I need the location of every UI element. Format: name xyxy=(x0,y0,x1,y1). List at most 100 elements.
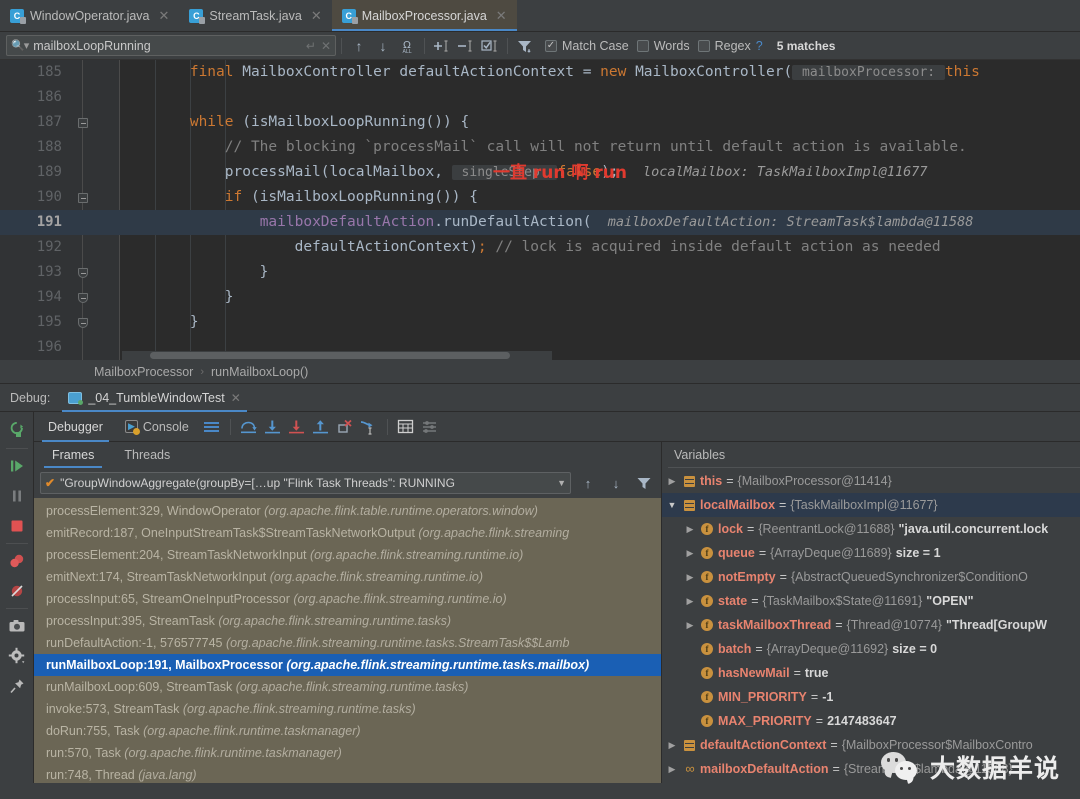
wrap-search-icon[interactable]: ↵ xyxy=(306,39,316,53)
variables-tab[interactable]: Variables xyxy=(662,442,1080,468)
code-line[interactable]: 186 xyxy=(0,85,1080,110)
thread-selector[interactable]: ✔ "GroupWindowAggregate(groupBy=[…up "Fl… xyxy=(40,472,571,494)
chevron-right-icon[interactable]: ▶ xyxy=(684,517,696,541)
frames-down-icon[interactable]: ↓ xyxy=(605,472,627,494)
editor-tab[interactable]: C WindowOperator.java ✕ xyxy=(0,0,179,31)
stack-frame-item[interactable]: run:748, Thread (java.lang) xyxy=(34,764,661,783)
stack-frame-item[interactable]: invoke:573, StreamTask (org.apache.flink… xyxy=(34,698,661,720)
regex-help-icon[interactable]: ? xyxy=(756,39,763,53)
variable-row[interactable]: f hasNewMail = true xyxy=(662,661,1080,685)
remove-occurrence-icon[interactable] xyxy=(454,35,478,57)
step-into-icon[interactable] xyxy=(262,416,284,438)
code-line[interactable]: 185 final MailboxController defaultActio… xyxy=(0,60,1080,85)
fold-marker-icon[interactable] xyxy=(78,293,88,303)
rerun-icon[interactable] xyxy=(2,416,32,446)
editor-tab[interactable]: C StreamTask.java ✕ xyxy=(179,0,331,31)
chevron-right-icon[interactable]: ▶ xyxy=(666,733,678,757)
code-line[interactable]: 193 } xyxy=(0,260,1080,285)
match-case-checkbox[interactable]: ✓ Match Case xyxy=(545,39,629,53)
select-occurrences-icon[interactable] xyxy=(478,35,502,57)
variables-tree[interactable]: ▶ this = {MailboxProcessor@11414} ▼ localMa… xyxy=(662,468,1080,783)
variable-row[interactable]: ▶ this = {MailboxProcessor@11414} xyxy=(662,469,1080,493)
code-line[interactable]: 188 // The blocking `processMail` call w… xyxy=(0,135,1080,160)
stack-frame-item[interactable]: runDefaultAction:-1, 576577745 (org.apac… xyxy=(34,632,661,654)
settings-layout-icon[interactable] xyxy=(419,416,441,438)
view-breakpoints-icon[interactable] xyxy=(2,546,32,576)
stack-frame-item[interactable]: runMailboxLoop:191, MailboxProcessor (or… xyxy=(34,654,661,676)
fold-marker-icon[interactable] xyxy=(78,268,88,278)
code-editor[interactable]: 185 final MailboxController defaultActio… xyxy=(0,60,1080,360)
fold-marker-icon[interactable] xyxy=(78,193,88,203)
tab-console[interactable]: ▶ Console xyxy=(115,412,199,442)
debug-session-tab[interactable]: _04_TumbleWindowTest ✕ xyxy=(62,384,248,412)
editor-horizontal-scrollbar[interactable] xyxy=(122,351,552,360)
step-out-icon[interactable] xyxy=(310,416,332,438)
chevron-right-icon[interactable]: ▶ xyxy=(684,541,696,565)
step-over-icon[interactable] xyxy=(238,416,260,438)
variable-row[interactable]: ▶ f notEmpty = {AbstractQueuedSynchronizer… xyxy=(662,565,1080,589)
breadcrumb-class[interactable]: MailboxProcessor xyxy=(94,365,193,379)
tab-threads[interactable]: Threads xyxy=(110,442,184,468)
stack-frame-item[interactable]: run:570, Task (org.apache.flink.runtime.… xyxy=(34,742,661,764)
code-line[interactable]: 191 mailboxDefaultAction.runDefaultActio… xyxy=(0,210,1080,235)
stack-frame-item[interactable]: processElement:329, WindowOperator (org.… xyxy=(34,500,661,522)
fold-marker-icon[interactable] xyxy=(78,118,88,128)
stack-frame-item[interactable]: processElement:204, StreamTaskNetworkInp… xyxy=(34,544,661,566)
variable-row[interactable]: ▶ f taskMailboxThread = {Thread@10774} "Th… xyxy=(662,613,1080,637)
close-tab-icon[interactable]: ✕ xyxy=(159,8,170,24)
chevron-right-icon[interactable]: ▶ xyxy=(684,565,696,589)
find-next-icon[interactable]: ↓ xyxy=(371,35,395,57)
close-tab-icon[interactable]: ✕ xyxy=(311,8,322,24)
variable-row[interactable]: ▶ f state = {TaskMailbox$State@11691} "OPE… xyxy=(662,589,1080,613)
mute-breakpoints-icon[interactable] xyxy=(2,576,32,606)
variable-row[interactable]: ▼ localMailbox = {TaskMailboxImpl@11677} xyxy=(662,493,1080,517)
find-previous-icon[interactable]: ↑ xyxy=(347,35,371,57)
stack-frame-item[interactable]: processInput:65, StreamOneInputProcessor… xyxy=(34,588,661,610)
camera-icon[interactable] xyxy=(2,611,32,641)
stack-frame-item[interactable]: runMailboxLoop:609, StreamTask (org.apac… xyxy=(34,676,661,698)
run-to-cursor-icon[interactable] xyxy=(358,416,380,438)
variable-row[interactable]: ▶ f lock = {ReentrantLock@11688} "java.uti… xyxy=(662,517,1080,541)
close-session-icon[interactable]: ✕ xyxy=(231,391,241,405)
drop-frame-icon[interactable] xyxy=(334,416,356,438)
words-checkbox[interactable]: Words xyxy=(636,39,690,53)
code-line[interactable]: 195 } xyxy=(0,310,1080,335)
layout-settings-icon[interactable] xyxy=(201,416,223,438)
code-line[interactable]: 187 while (isMailboxLoopRunning()) { xyxy=(0,110,1080,135)
pin-icon[interactable] xyxy=(2,671,32,701)
variable-row[interactable]: ▶ f queue = {ArrayDeque@11689} size = 1 xyxy=(662,541,1080,565)
settings-gear-icon[interactable] xyxy=(2,641,32,671)
close-tab-icon[interactable]: ✕ xyxy=(496,8,507,24)
clear-search-icon[interactable]: ✕ xyxy=(321,39,331,53)
frames-list[interactable]: processElement:329, WindowOperator (org.… xyxy=(34,498,661,783)
filter-search-icon[interactable] xyxy=(513,35,537,57)
search-input[interactable]: 🔍▾ mailboxLoopRunning ↵ ✕ xyxy=(6,35,336,56)
chevron-right-icon[interactable]: ▶ xyxy=(666,469,678,493)
add-occurrence-icon[interactable] xyxy=(430,35,454,57)
stack-frame-item[interactable]: emitNext:174, StreamTaskNetworkInput (or… xyxy=(34,566,661,588)
force-step-into-icon[interactable] xyxy=(286,416,308,438)
chevron-right-icon[interactable]: ▶ xyxy=(666,757,678,781)
regex-checkbox[interactable]: Regex xyxy=(697,39,751,53)
stop-icon[interactable] xyxy=(2,511,32,541)
variable-row[interactable]: f MIN_PRIORITY = -1 xyxy=(662,685,1080,709)
resume-program-icon[interactable] xyxy=(2,451,32,481)
frames-up-icon[interactable]: ↑ xyxy=(577,472,599,494)
chevron-down-icon[interactable]: ▼ xyxy=(557,478,566,488)
frames-filter-icon[interactable] xyxy=(633,472,655,494)
code-line[interactable]: 190 if (isMailboxLoopRunning()) { xyxy=(0,185,1080,210)
chevron-right-icon[interactable]: ▶ xyxy=(684,589,696,613)
stack-frame-item[interactable]: processInput:395, StreamTask (org.apache… xyxy=(34,610,661,632)
tab-frames[interactable]: Frames xyxy=(38,442,108,468)
variable-row[interactable]: f batch = {ArrayDeque@11692} size = 0 xyxy=(662,637,1080,661)
code-line[interactable]: 194 } xyxy=(0,285,1080,310)
evaluate-expression-icon[interactable] xyxy=(395,416,417,438)
editor-tab[interactable]: C MailboxProcessor.java ✕ xyxy=(331,0,517,31)
stack-frame-item[interactable]: doRun:755, Task (org.apache.flink.runtim… xyxy=(34,720,661,742)
code-lines[interactable]: 185 final MailboxController defaultActio… xyxy=(0,60,1080,360)
chevron-down-icon[interactable]: ▼ xyxy=(666,493,678,517)
stack-frame-item[interactable]: emitRecord:187, OneInputStreamTask$Strea… xyxy=(34,522,661,544)
breadcrumb-method[interactable]: runMailboxLoop() xyxy=(211,365,308,379)
code-line[interactable]: 192 defaultActionContext); // lock is ac… xyxy=(0,235,1080,260)
tab-debugger[interactable]: Debugger xyxy=(38,412,113,442)
